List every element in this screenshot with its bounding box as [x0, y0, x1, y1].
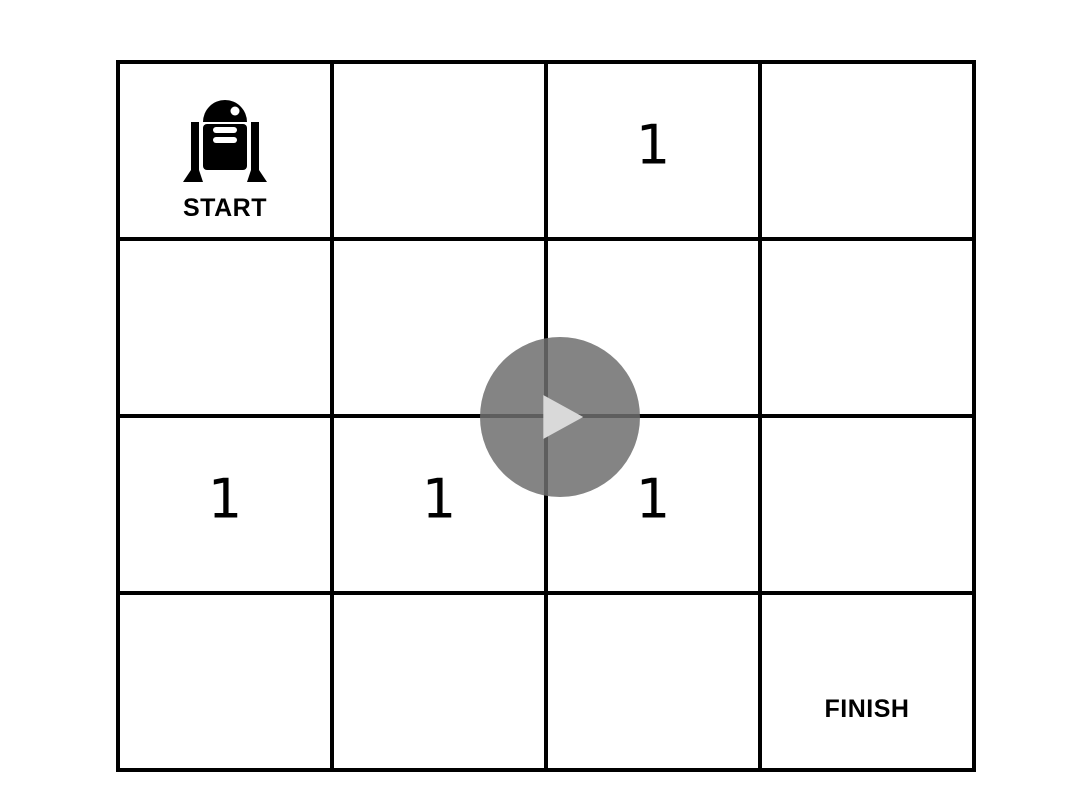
play-button[interactable] [480, 337, 640, 497]
cell-r1-c0 [120, 241, 334, 418]
start-marker: START [120, 92, 330, 223]
cell-r0-c3 [762, 64, 976, 241]
start-label: START [183, 194, 267, 222]
cell-r2-c0: 1 [120, 418, 334, 595]
cell-r0-c2: 1 [548, 64, 762, 241]
cell-value: 1 [635, 113, 671, 176]
finish-label: FINISH [824, 695, 910, 723]
cell-r1-c3 [762, 241, 976, 418]
cell-r3-c3: FINISH [762, 595, 976, 772]
cell-r3-c0 [120, 595, 334, 772]
play-icon [543, 395, 584, 439]
cell-value: 1 [207, 467, 243, 530]
cell-r3-c1 [334, 595, 548, 772]
cell-r2-c3 [762, 418, 976, 595]
robot-icon [183, 100, 267, 182]
cell-r3-c2 [548, 595, 762, 772]
cell-r0-c1 [334, 64, 548, 241]
cell-r0-c0: START [120, 64, 334, 241]
